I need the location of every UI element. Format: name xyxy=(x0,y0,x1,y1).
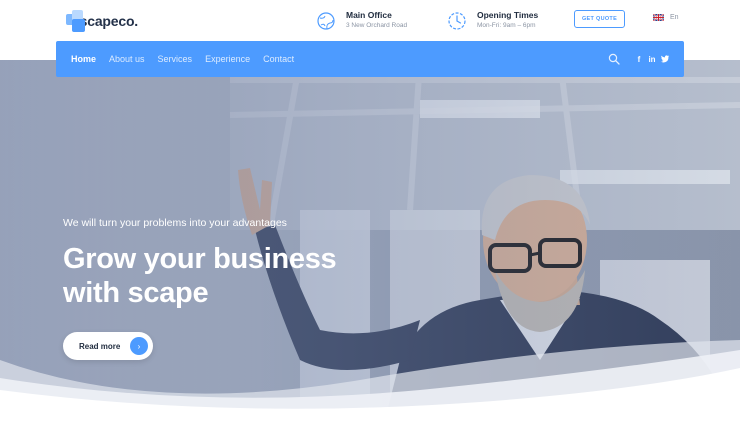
language-selector[interactable]: En xyxy=(653,14,679,21)
hours-title: Opening Times xyxy=(477,10,539,20)
logo-mark-icon xyxy=(66,10,85,32)
hero-tagline: We will turn your problems into your adv… xyxy=(63,217,287,229)
facebook-icon[interactable]: f xyxy=(634,53,644,65)
main-office-info: Main Office 3 New Orchard Road xyxy=(316,10,407,31)
nav-item-experience[interactable]: Experience xyxy=(205,54,250,64)
hours-value: Mon-Fri: 9am – 6pm xyxy=(477,22,536,29)
hero-title: Grow your business with scape xyxy=(63,242,383,310)
hero-title-line-1: Grow your business xyxy=(63,243,337,275)
get-quote-button[interactable]: GET QUOTE xyxy=(574,10,625,28)
top-header: scapeco. Main Office 3 New Orchard Road … xyxy=(0,0,740,42)
nav-item-contact[interactable]: Contact xyxy=(263,54,294,64)
nav-item-home[interactable]: Home xyxy=(71,54,96,64)
globe-icon xyxy=(317,11,335,30)
twitter-icon[interactable] xyxy=(660,53,670,65)
hero-title-line-2: with scape xyxy=(63,277,209,309)
uk-flag-icon xyxy=(653,14,664,21)
office-address: 3 New Orchard Road xyxy=(346,22,408,29)
nav-item-services[interactable]: Services xyxy=(158,54,193,64)
brand-logo[interactable]: scapeco. xyxy=(66,8,138,34)
office-title: Main Office xyxy=(346,10,392,20)
nav-links: Home About us Services Experience Contac… xyxy=(71,41,307,77)
nav-item-about-us[interactable]: About us xyxy=(109,54,145,64)
brand-name: scapeco. xyxy=(79,13,139,29)
opening-times-info: Opening Times Mon-Fri: 9am – 6pm xyxy=(447,10,538,31)
linkedin-icon[interactable]: in xyxy=(647,53,657,65)
language-label: En xyxy=(670,14,679,21)
clock-icon xyxy=(448,11,466,30)
search-icon[interactable] xyxy=(608,53,620,65)
main-navigation: Home About us Services Experience Contac… xyxy=(56,41,684,77)
wave-divider xyxy=(0,340,740,440)
